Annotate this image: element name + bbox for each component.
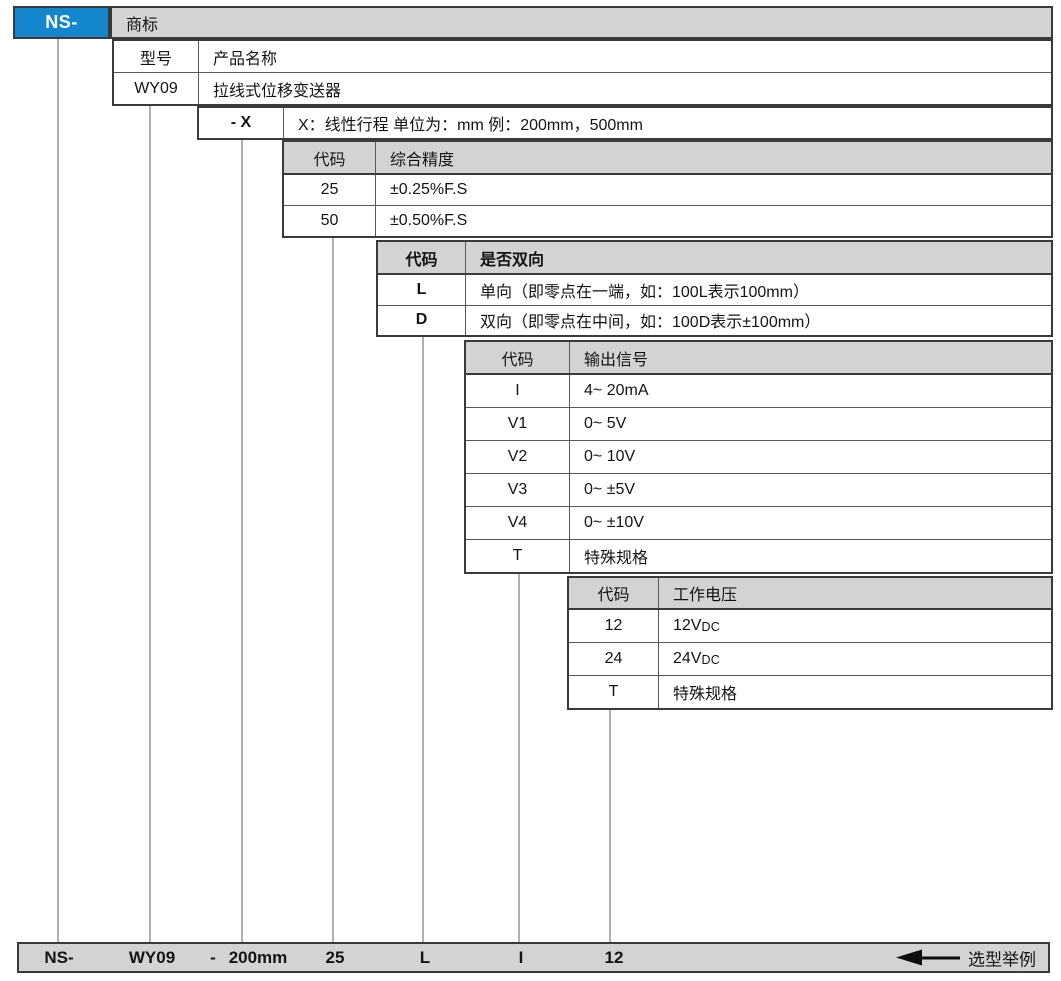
table-header-row: 代码 综合精度 xyxy=(284,142,1051,175)
output-code-cell: I xyxy=(466,375,570,407)
accuracy-value-cell: ±0.25%F.S xyxy=(376,175,1051,205)
voltage-title-cell: 工作电压 xyxy=(659,578,1051,608)
accuracy-code-cell: 50 xyxy=(284,206,376,236)
table-header-row: 代码 输出信号 xyxy=(466,342,1051,375)
table-row: 型号 产品名称 xyxy=(114,41,1051,72)
example-pointer: 选型举例 xyxy=(896,945,1036,970)
output-title-cell: 输出信号 xyxy=(570,342,1051,373)
example-segment: 200mm xyxy=(229,948,288,968)
voltage-code-cell: 24 xyxy=(569,643,659,675)
table-row: V1 0~ 5V xyxy=(466,407,1051,440)
output-value-cell: 特殊规格 xyxy=(570,540,1051,572)
table-row: T 特殊规格 xyxy=(466,539,1051,572)
example-segment: NS- xyxy=(44,948,73,968)
table-row: 24 24VDC xyxy=(569,642,1051,675)
table-header-row: 代码 工作电压 xyxy=(569,578,1051,610)
output-value-cell: 0~ ±5V xyxy=(570,474,1051,506)
stroke-code-cell: - X xyxy=(199,108,284,138)
table-row: WY09 拉线式位移变送器 xyxy=(114,72,1051,104)
connector-line xyxy=(609,710,611,942)
output-value-cell: 0~ ±10V xyxy=(570,507,1051,539)
connector-line xyxy=(332,238,334,942)
voltage-code-cell: 12 xyxy=(569,610,659,642)
connector-line xyxy=(149,106,151,942)
example-segment: WY09 xyxy=(129,948,175,968)
output-code-header-cell: 代码 xyxy=(466,342,570,373)
stroke-description-cell: X：线性行程 单位为：mm 例：200mm，500mm xyxy=(284,108,1051,138)
output-table: 代码 输出信号 I 4~ 20mA V1 0~ 5V V2 xyxy=(464,340,1053,574)
arrow-shaft xyxy=(922,956,960,959)
table-row: 50 ±0.50%F.S xyxy=(284,205,1051,236)
table-row: D 双向（即零点在中间，如：100D表示±100mm） xyxy=(378,305,1051,336)
stroke-table: - X X：线性行程 单位为：mm 例：200mm，500mm xyxy=(197,106,1053,140)
connector-line xyxy=(518,574,520,942)
accuracy-table: 代码 综合精度 25 ±0.25%F.S 50 ±0.50%F.S xyxy=(282,140,1053,238)
model-name-cell: 拉线式位移变送器 xyxy=(199,73,1051,104)
output-value-cell: 0~ 5V xyxy=(570,408,1051,440)
connector-line xyxy=(241,140,243,942)
output-code-cell: V2 xyxy=(466,441,570,473)
output-code-cell: V1 xyxy=(466,408,570,440)
model-code-header-cell: 型号 xyxy=(114,41,199,72)
output-code-cell: V4 xyxy=(466,507,570,539)
example-segment: - xyxy=(210,948,216,968)
example-segment: L xyxy=(420,948,430,968)
connector-line xyxy=(422,337,424,942)
table-row: 12 12VDC xyxy=(569,610,1051,642)
voltage-value-cell: 24VDC xyxy=(659,643,1051,675)
voltage-code-cell: T xyxy=(569,676,659,708)
table-row: I 4~ 20mA xyxy=(466,375,1051,407)
accuracy-code-header-cell: 代码 xyxy=(284,142,376,173)
table-row: V3 0~ ±5V xyxy=(466,473,1051,506)
table-row: 25 ±0.25%F.S xyxy=(284,175,1051,205)
brand-prefix-label: NS- xyxy=(45,12,78,33)
direction-value-cell: 单向（即零点在一端，如：100L表示100mm） xyxy=(466,275,1051,305)
output-value-cell: 4~ 20mA xyxy=(570,375,1051,407)
voltage-code-header-cell: 代码 xyxy=(569,578,659,608)
model-table: 型号 产品名称 WY09 拉线式位移变送器 xyxy=(112,39,1053,106)
direction-table: 代码 是否双向 L 单向（即零点在一端，如：100L表示100mm） D 双向（… xyxy=(376,240,1053,337)
model-code-cell: WY09 xyxy=(114,73,199,104)
example-segment: I xyxy=(519,948,524,968)
direction-value-cell: 双向（即零点在中间，如：100D表示±100mm） xyxy=(466,306,1051,336)
voltage-value-cell: 特殊规格 xyxy=(659,676,1051,708)
model-selection-diagram: NS- 商标 型号 产品名称 WY09 拉线式位移变送器 - X xyxy=(0,0,1061,981)
voltage-table: 代码 工作电压 12 12VDC 24 24VDC T xyxy=(567,576,1053,710)
table-row: V4 0~ ±10V xyxy=(466,506,1051,539)
accuracy-title-cell: 综合精度 xyxy=(376,142,1051,173)
direction-code-header-cell: 代码 xyxy=(378,242,466,273)
output-value-cell: 0~ 10V xyxy=(570,441,1051,473)
output-code-cell: V3 xyxy=(466,474,570,506)
direction-code-cell: L xyxy=(378,275,466,305)
direction-title-cell: 是否双向 xyxy=(466,242,1051,273)
connector-line xyxy=(57,39,59,942)
voltage-value-cell: 12VDC xyxy=(659,610,1051,642)
model-name-header-cell: 产品名称 xyxy=(199,41,1051,72)
arrow-left-icon xyxy=(896,950,922,966)
brand-prefix-box: NS- xyxy=(13,6,110,39)
example-segment: 25 xyxy=(326,948,345,968)
trademark-header: 商标 xyxy=(110,6,1053,39)
table-row: L 单向（即零点在一端，如：100L表示100mm） xyxy=(378,275,1051,305)
direction-code-cell: D xyxy=(378,306,466,336)
output-code-cell: T xyxy=(466,540,570,572)
accuracy-value-cell: ±0.50%F.S xyxy=(376,206,1051,236)
table-row: - X X：线性行程 单位为：mm 例：200mm，500mm xyxy=(199,108,1051,138)
example-bar: NS- WY09 - 200mm 25 L I 12 选型举例 xyxy=(17,942,1050,973)
accuracy-code-cell: 25 xyxy=(284,175,376,205)
example-label: 选型举例 xyxy=(968,945,1036,970)
table-header-row: 代码 是否双向 xyxy=(378,242,1051,275)
table-row: T 特殊规格 xyxy=(569,675,1051,708)
table-row: V2 0~ 10V xyxy=(466,440,1051,473)
example-segment: 12 xyxy=(605,948,624,968)
trademark-label: 商标 xyxy=(126,11,158,35)
